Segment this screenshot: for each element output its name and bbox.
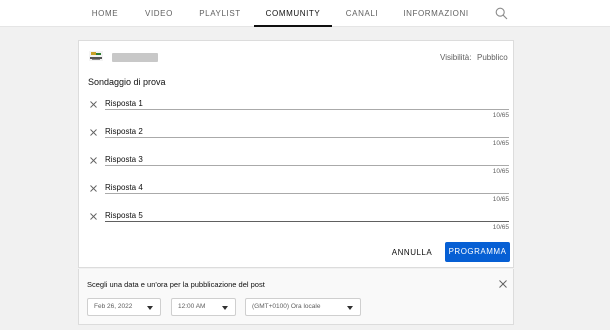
time-select[interactable]: 12:00 AM [171,298,236,316]
answer-underline [105,137,509,138]
answer-input-2[interactable]: Risposta 2 [105,127,143,136]
remove-answer-icon[interactable] [90,185,97,192]
answer-underline [105,193,509,194]
close-icon[interactable] [499,280,507,288]
remove-answer-icon[interactable] [90,129,97,136]
remove-answer-icon[interactable] [90,157,97,164]
date-select[interactable]: Feb 26, 2022 [87,298,161,316]
visibility-value[interactable]: Pubblico [477,53,508,62]
cancel-button[interactable]: ANNULLA [390,243,434,262]
channel-avatar [89,51,103,61]
timezone-select-value: (GMT+0100) Ora locale [252,303,321,310]
channel-name-redacted [112,53,158,62]
schedule-button[interactable]: PROGRAMMA [445,242,510,262]
schedule-panel: Scegli una data e un'ora per la pubblica… [78,269,514,325]
poll-title[interactable]: Sondaggio di prova [88,77,166,87]
channel-nav-bar: HOME VIDEO PLAYLIST COMMUNITY CANALI INF… [0,0,610,27]
remove-answer-icon[interactable] [90,213,97,220]
tab-community[interactable]: COMMUNITY [254,0,332,27]
search-icon[interactable] [495,7,508,20]
remove-answer-icon[interactable] [90,101,97,108]
answer-input-4[interactable]: Risposta 4 [105,183,143,192]
visibility-label: Visibilità: [440,53,472,62]
community-post-card: Visibilità: Pubblico Sondaggio di prova … [78,40,514,268]
answer-underline [105,221,509,222]
answer-input-3[interactable]: Risposta 3 [105,155,143,164]
tab-informazioni[interactable]: INFORMAZIONI [400,0,472,27]
answer-char-count: 10/65 [492,224,509,231]
chevron-down-icon [347,306,353,310]
tab-playlist[interactable]: PLAYLIST [194,0,246,27]
answer-input-1[interactable]: Risposta 1 [105,99,143,108]
tab-canali[interactable]: CANALI [340,0,384,27]
chevron-down-icon [222,306,228,310]
answer-char-count: 10/65 [492,112,509,119]
tab-video[interactable]: VIDEO [140,0,178,27]
answer-char-count: 10/65 [492,168,509,175]
tab-home[interactable]: HOME [85,0,125,27]
schedule-title: Scegli una data e un'ora per la pubblica… [87,280,265,289]
answer-char-count: 10/65 [492,140,509,147]
date-select-value: Feb 26, 2022 [94,303,133,310]
chevron-down-icon [147,306,153,310]
answer-char-count: 10/65 [492,196,509,203]
time-select-value: 12:00 AM [178,303,206,310]
answer-underline [105,109,509,110]
timezone-select[interactable]: (GMT+0100) Ora locale [245,298,361,316]
answer-input-5[interactable]: Risposta 5 [105,211,143,220]
answer-underline [105,165,509,166]
